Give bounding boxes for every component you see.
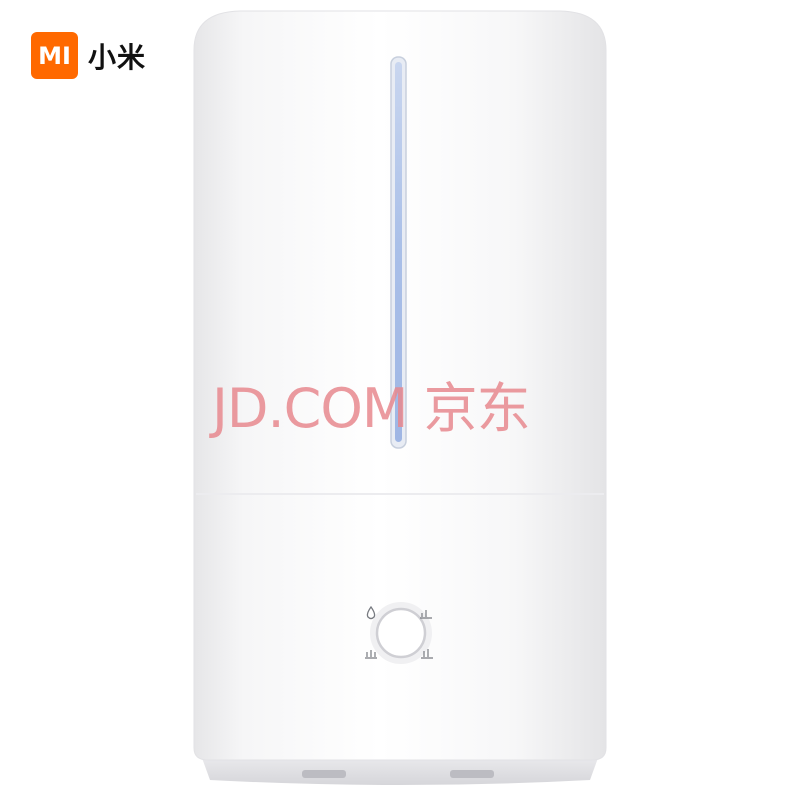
- mi-logo-icon: MI: [31, 32, 78, 79]
- brand-name: 小米: [88, 40, 147, 74]
- product-photo: MI 小米 JD.COM 京东: [0, 0, 800, 800]
- base-slot-right: [450, 770, 494, 778]
- water-light-strip: [395, 62, 402, 442]
- base-slot-left: [302, 770, 346, 778]
- control-ring: [375, 607, 427, 659]
- xiaomi-logo: MI 小米: [31, 32, 146, 79]
- humidifier-base: [202, 758, 598, 785]
- humidifier-image: [193, 10, 607, 785]
